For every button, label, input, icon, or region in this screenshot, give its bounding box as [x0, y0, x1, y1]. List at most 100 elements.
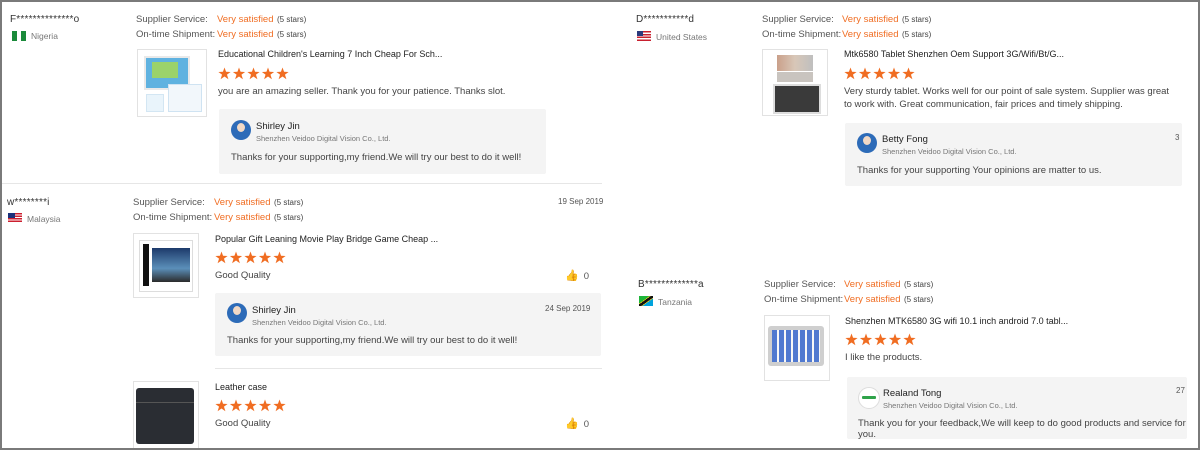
ontime-shipment-label: On-time Shipment:: [764, 294, 844, 305]
reply-name: Realand Tong: [883, 388, 942, 399]
review-comment: Good Quality: [215, 270, 271, 281]
star-icon: [244, 251, 257, 264]
malaysia-flag-icon: [8, 213, 22, 223]
product-title[interactable]: Educational Children's Learning 7 Inch C…: [218, 49, 442, 59]
star-icon: [858, 67, 872, 80]
star-icon: [229, 251, 243, 264]
ontime-shipment-value: Very satisfied: [844, 294, 901, 305]
product-title[interactable]: Leather case: [215, 382, 267, 392]
like-button[interactable]: 👍 0: [565, 417, 589, 430]
company-logo-icon: [858, 387, 880, 409]
product-thumbnail[interactable]: [133, 381, 199, 448]
product-title[interactable]: Shenzhen MTK6580 3G wifi 10.1 inch andro…: [845, 316, 1068, 326]
star-icon: [258, 399, 272, 412]
star-icon: [887, 67, 901, 80]
reply-company: Shenzhen Veidoo Digital Vision Co., Ltd.: [252, 318, 387, 327]
star-icon: [258, 251, 272, 264]
star-icon: [902, 67, 915, 80]
reviewer-country: Malaysia: [27, 214, 61, 224]
reply-name: Betty Fong: [882, 134, 928, 145]
ontime-shipment-stars: (5 stars): [277, 30, 307, 39]
star-rating: [844, 67, 917, 81]
supplier-service-value: Very satisfied: [842, 14, 899, 25]
seller-reply: Shirley Jin Shenzhen Veidoo Digital Visi…: [215, 293, 601, 356]
star-icon: [873, 67, 886, 80]
product-thumbnail[interactable]: [137, 49, 207, 117]
tanzania-flag-icon: [639, 296, 653, 306]
like-count: 0: [583, 271, 589, 282]
divider: [2, 183, 602, 184]
reviewer-country: United States: [656, 32, 708, 42]
reply-text: Thanks for your supporting,my friend.We …: [227, 335, 518, 346]
ontime-shipment-stars: (5 stars): [904, 295, 934, 304]
review-comment: you are an amazing seller. Thank you for…: [218, 86, 506, 97]
reviewer-name: B*************a: [638, 279, 704, 290]
seller-reply: Betty Fong Shenzhen Veidoo Digital Visio…: [845, 123, 1182, 186]
product-thumbnail[interactable]: [764, 315, 830, 381]
reply-company: Shenzhen Veidoo Digital Vision Co., Ltd.: [883, 401, 1018, 410]
reply-text: Thanks for your supporting Your opinions…: [857, 165, 1102, 176]
star-icon: [273, 251, 286, 264]
like-count: 0: [583, 419, 589, 430]
reply-name: Shirley Jin: [256, 121, 300, 132]
star-rating: [215, 399, 288, 413]
ontime-shipment-stars: (5 stars): [274, 213, 304, 222]
product-thumbnail[interactable]: [762, 49, 828, 116]
united-states-flag-icon: [637, 31, 651, 41]
reviewer-name: D***********d: [636, 14, 695, 25]
like-button[interactable]: 👍 0: [565, 269, 589, 282]
star-icon: [874, 333, 887, 346]
reviewer-country: Nigeria: [31, 31, 58, 41]
star-rating: [845, 333, 918, 347]
nigeria-flag-icon: [12, 31, 26, 41]
product-title[interactable]: Mtk6580 Tablet Shenzhen Oem Support 3G/W…: [844, 49, 1064, 59]
supplier-service-stars: (5 stars): [274, 198, 304, 207]
star-icon: [276, 67, 289, 80]
supplier-service-label: Supplier Service:: [764, 279, 836, 290]
ontime-shipment-stars: (5 stars): [902, 30, 932, 39]
avatar: [231, 120, 251, 140]
ontime-shipment-value: Very satisfied: [214, 212, 271, 223]
ontime-shipment-label: On-time Shipment:: [762, 29, 842, 40]
reviewer-country: Tanzania: [658, 297, 693, 307]
reply-date: 24 Sep 2019: [545, 304, 591, 313]
reply-text: Thanks for your supporting,my friend.We …: [231, 152, 522, 163]
star-icon: [273, 399, 286, 412]
ontime-shipment-label: On-time Shipment:: [133, 212, 213, 223]
review-comment-line-1: Very sturdy tablet. Works well for our p…: [844, 86, 1170, 97]
thumbs-up-icon: 👍: [565, 270, 579, 282]
reply-company: Shenzhen Veidoo Digital Vision Co., Ltd.: [256, 134, 391, 143]
reviewer-name: F**************o: [10, 14, 80, 25]
star-icon: [845, 333, 858, 346]
review-comment: Good Quality: [215, 418, 271, 429]
supplier-service-label: Supplier Service:: [133, 197, 205, 208]
star-icon: [844, 67, 857, 80]
reply-name: Shirley Jin: [252, 305, 296, 316]
star-rating: [218, 67, 291, 81]
ontime-shipment-label: On-time Shipment:: [136, 29, 216, 40]
star-icon: [903, 333, 916, 346]
reviews-panel: F**************o Nigeria Supplier Servic…: [0, 0, 1200, 450]
star-rating: [215, 251, 288, 265]
reply-date: 27: [1176, 386, 1185, 395]
review-date: 19 Sep 2019: [558, 197, 604, 206]
star-icon: [247, 67, 260, 80]
reply-date: 3: [1175, 133, 1180, 142]
star-icon: [229, 399, 243, 412]
star-icon: [244, 399, 257, 412]
reply-text: Thank you for your feedback,We will keep…: [858, 418, 1186, 440]
review-comment-line-2: to work with. Great communication, fair …: [844, 99, 1123, 110]
supplier-service-value: Very satisfied: [844, 279, 901, 290]
star-icon: [888, 333, 902, 346]
product-thumbnail[interactable]: [133, 233, 199, 298]
supplier-service-stars: (5 stars): [902, 15, 932, 24]
supplier-service-label: Supplier Service:: [762, 14, 834, 25]
avatar: [857, 133, 877, 153]
star-icon: [859, 333, 873, 346]
divider: [215, 368, 602, 369]
supplier-service-stars: (5 stars): [277, 15, 307, 24]
ontime-shipment-value: Very satisfied: [842, 29, 899, 40]
star-icon: [215, 399, 228, 412]
product-title[interactable]: Popular Gift Leaning Movie Play Bridge G…: [215, 234, 438, 244]
supplier-service-label: Supplier Service:: [136, 14, 208, 25]
